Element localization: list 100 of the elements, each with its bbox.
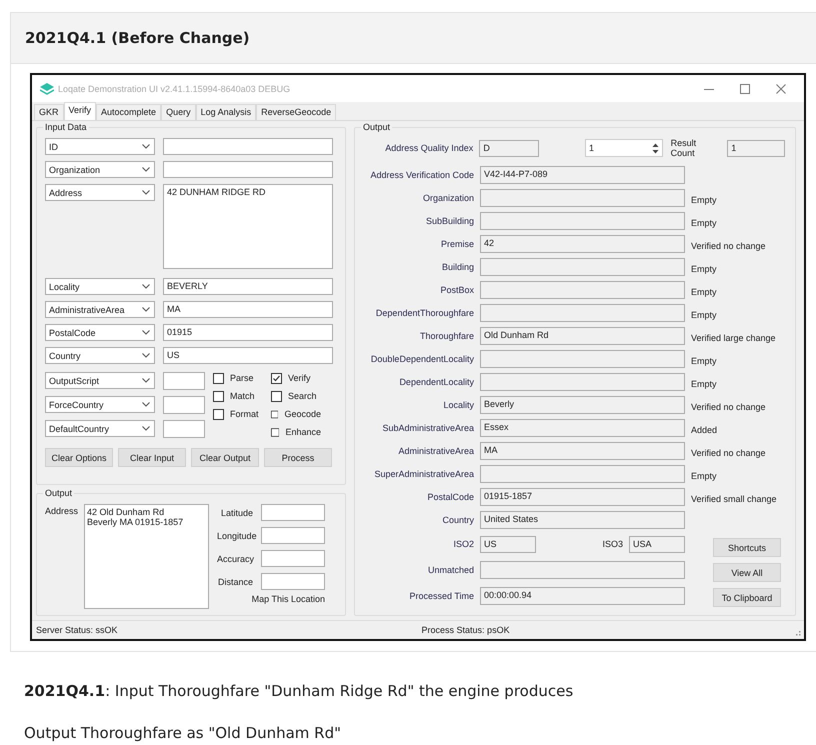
button[interactable]: Process [264, 448, 332, 467]
map-link[interactable]: Map This Location [252, 594, 326, 604]
checkbox-label: Parse [230, 373, 254, 383]
tab[interactable]: Query [161, 104, 196, 120]
dropdown[interactable]: ForceCountry [45, 396, 155, 413]
text-area[interactable]: 42 DUNHAM RIDGE RD [163, 184, 333, 269]
dropdown[interactable]: Address [45, 184, 155, 201]
text-field[interactable] [163, 420, 205, 438]
button[interactable]: To Clipboard [713, 588, 781, 607]
text-field[interactable]: Beverly [480, 396, 685, 414]
checkbox[interactable] [271, 408, 278, 420]
dropdown[interactable]: OutputScript [45, 372, 155, 389]
group-title: Output [43, 488, 74, 498]
group-title: Output [361, 122, 392, 132]
text-field[interactable]: 1 [727, 140, 785, 156]
text-field[interactable] [480, 465, 685, 483]
group-title: Input Data [43, 122, 89, 132]
status-text: Verified large change [691, 332, 777, 343]
text-field[interactable] [163, 372, 205, 390]
text-field[interactable] [480, 281, 685, 299]
text-field[interactable] [163, 161, 333, 178]
text-field[interactable]: USA [629, 536, 685, 553]
text-field[interactable]: MA [480, 442, 685, 460]
field-label: DependentThoroughfare [374, 308, 474, 318]
checkbox[interactable] [271, 390, 282, 402]
text-field[interactable]: 00:00:00.94 [480, 587, 685, 606]
maximize-icon [740, 84, 750, 94]
text-field[interactable] [480, 258, 685, 276]
tab[interactable]: Autocomplete [96, 104, 162, 120]
dropdown[interactable]: ID [45, 138, 155, 155]
button[interactable]: Clear Output [191, 448, 259, 467]
tab[interactable]: Log Analysis [196, 104, 256, 120]
chevron-icon [142, 190, 150, 195]
field-label: PostalCode [426, 492, 474, 502]
checkbox[interactable] [271, 426, 280, 438]
button[interactable]: Shortcuts [713, 538, 781, 557]
field-label: DoubleDependentLocality [370, 354, 474, 364]
text-field[interactable]: 01915-1857 [480, 488, 685, 506]
spinner-field[interactable]: 1 [585, 139, 663, 157]
text-field[interactable] [261, 504, 326, 521]
spin-arrows-icon [652, 142, 659, 154]
status-text: Added [691, 424, 718, 435]
field-label: Latitude [220, 508, 254, 518]
dropdown[interactable]: AdministrativeArea [45, 301, 155, 318]
text-field[interactable] [480, 560, 685, 579]
text-field[interactable] [480, 373, 685, 391]
status-text: Verified small change [691, 493, 778, 504]
chevron-icon [142, 307, 150, 312]
button[interactable]: View All [713, 563, 781, 582]
field-label: ISO3 [602, 539, 623, 550]
status-text: Empty [691, 355, 718, 366]
tab[interactable]: ReverseGeocode [256, 104, 336, 120]
field-label: Country [441, 515, 474, 525]
text-field[interactable]: V42-I44-P7-089 [480, 166, 685, 184]
checkbox[interactable] [213, 390, 224, 402]
field-label: Processed Time [408, 591, 474, 602]
close-icon [776, 84, 786, 94]
text-field[interactable] [261, 573, 326, 590]
text-field[interactable]: Old Dunham Rd [480, 327, 685, 345]
checkbox[interactable] [271, 372, 282, 384]
text-field[interactable] [163, 138, 333, 155]
text-field[interactable] [480, 189, 685, 207]
status-text: Verified no change [691, 401, 767, 412]
checkbox[interactable] [213, 408, 224, 420]
button[interactable]: Clear Options [45, 448, 113, 467]
text-field[interactable] [261, 550, 326, 567]
field-label: Result Count [670, 138, 698, 158]
text-field[interactable]: 01915 [163, 324, 333, 341]
text-field[interactable]: Essex [480, 419, 685, 437]
dropdown[interactable]: DefaultCountry [45, 420, 155, 437]
text-field[interactable] [163, 396, 205, 414]
text-field[interactable]: D [479, 140, 539, 156]
text-field[interactable]: 42 [480, 235, 685, 253]
text-field[interactable]: BEVERLY [163, 278, 333, 295]
field-label: ISO2 [452, 539, 474, 550]
text-field[interactable]: United States [480, 511, 685, 529]
text-field[interactable] [480, 350, 685, 368]
dropdown[interactable]: Locality [45, 278, 155, 295]
status-text: Server Status: ssOK [36, 625, 118, 635]
field-label: Address Quality Index [384, 143, 474, 153]
text-area[interactable]: 42 Old Dunham Rd Beverly MA 01915-1857 [84, 504, 210, 609]
text-field[interactable]: US [480, 536, 536, 553]
text-field[interactable]: US [163, 347, 333, 364]
tab[interactable]: Verify [64, 102, 96, 120]
text-field[interactable] [480, 212, 685, 230]
dropdown[interactable]: Organization [45, 161, 155, 178]
text-field[interactable]: MA [163, 301, 333, 318]
text-field[interactable] [261, 527, 326, 544]
status-text: Empty [691, 286, 718, 297]
chevron-icon [142, 353, 150, 358]
logo-icon [40, 82, 54, 94]
tab[interactable]: GKR [34, 104, 64, 120]
field-label: Distance [217, 576, 254, 586]
button[interactable]: Clear Input [118, 448, 186, 467]
checkbox-label: Enhance [285, 427, 321, 437]
checkbox[interactable] [213, 372, 224, 384]
text-field[interactable] [480, 304, 685, 322]
dropdown[interactable]: PostalCode [45, 324, 155, 341]
dropdown[interactable]: Country [45, 347, 155, 364]
field-label: SubAdministrativeArea [381, 423, 474, 433]
